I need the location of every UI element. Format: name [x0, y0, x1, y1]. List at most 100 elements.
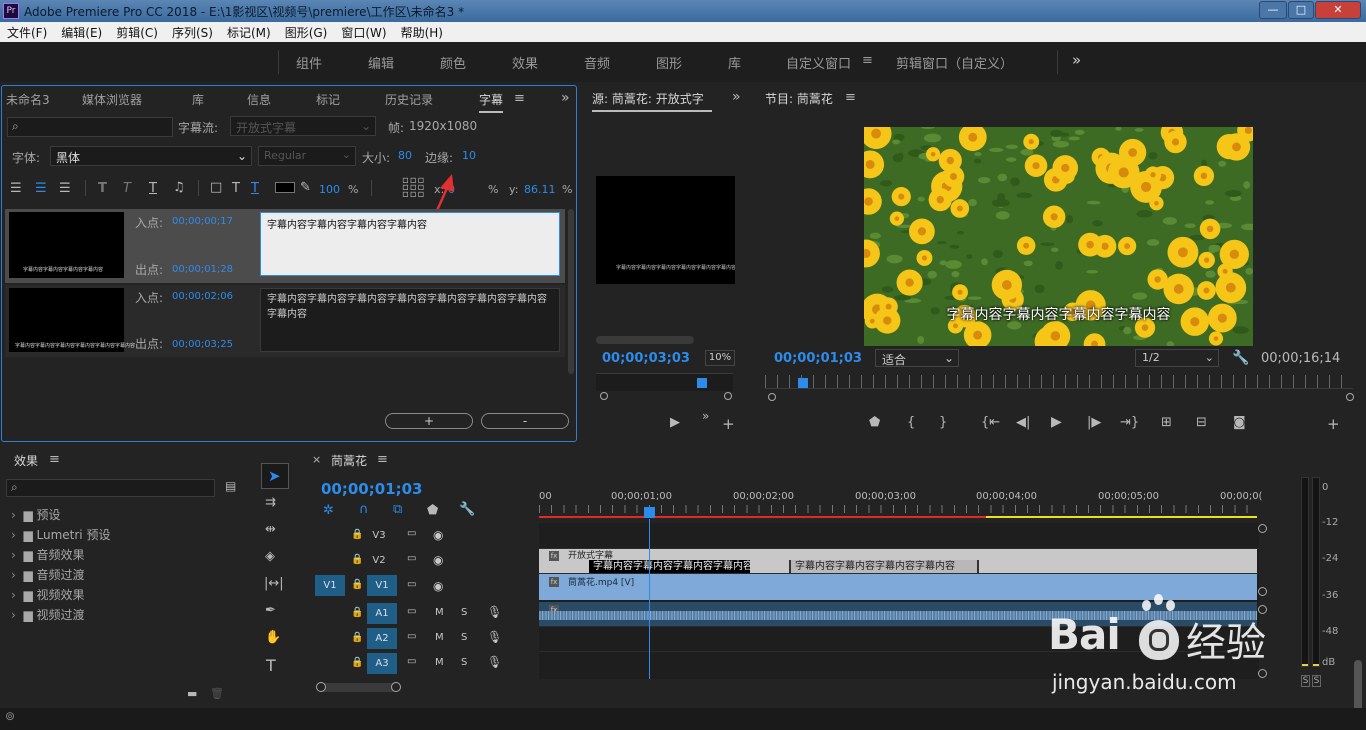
tab-captions[interactable]: 字幕 [479, 91, 504, 113]
mark-out-icon[interactable]: } [939, 415, 947, 430]
workspace-color[interactable]: 颜色 [440, 53, 466, 72]
align-right-icon[interactable]: ☰ [59, 181, 71, 196]
lock-icon[interactable]: 🔒 [351, 579, 363, 590]
add-marker-icon[interactable]: ⬟ [427, 503, 438, 518]
go-to-out-icon[interactable]: ⇥} [1120, 415, 1139, 430]
workspace-custom-edit[interactable]: 剪辑窗口（自定义） [896, 53, 1013, 72]
source-playhead[interactable] [697, 378, 707, 388]
caption-item[interactable]: 字幕内容字幕内容字幕内容字幕内容字幕内容字幕内容 入点: 00;00;02;06… [5, 285, 565, 357]
y-value[interactable]: 86.11 [524, 183, 556, 196]
track-target[interactable]: A1 [367, 603, 397, 624]
program-monitor-title[interactable]: 节目: 茼蒿花 [765, 90, 833, 107]
workspace-menu-icon[interactable]: ≡ [862, 53, 873, 68]
caption-text-input[interactable]: 字幕内容字幕内容字幕内容字幕内容 [260, 212, 560, 276]
menu-graphics[interactable]: 图形(G) [278, 22, 335, 41]
menu-marker[interactable]: 标记(M) [220, 22, 278, 41]
mark-in-icon[interactable]: { [907, 415, 915, 430]
opacity-value[interactable]: 100 [319, 183, 340, 196]
menu-edit[interactable]: 编辑(E) [54, 22, 109, 41]
workspace-more-icon[interactable]: » [1072, 51, 1081, 69]
lock-icon[interactable]: 🔒 [351, 554, 363, 565]
workspace-custom[interactable]: 自定义窗口 [786, 53, 851, 72]
caption-text-input[interactable]: 字幕内容字幕内容字幕内容字幕内容字幕内容字幕内容字幕内容字幕内容 [260, 288, 560, 352]
source-time-ruler[interactable] [596, 373, 733, 391]
add-button-icon[interactable]: + [1327, 415, 1340, 433]
pen-icon[interactable]: ✒ [265, 603, 276, 618]
eye-icon[interactable]: ◉ [433, 553, 443, 567]
stream-dropdown[interactable]: 开放式字幕 ⌄ [230, 116, 376, 136]
sync-lock-icon[interactable]: ▭ [407, 528, 416, 539]
timeline-tab[interactable]: 茼蒿花 [331, 452, 367, 469]
lock-icon[interactable]: 🔒 [351, 657, 363, 668]
lift-icon[interactable]: ⊞ [1161, 415, 1172, 430]
scroll-handle[interactable] [1258, 524, 1267, 533]
caption-list-scrollbar[interactable] [568, 209, 574, 374]
panel-menu-icon[interactable]: ≡ [377, 452, 388, 467]
fit-dropdown[interactable]: 适合 ⌄ [875, 349, 959, 367]
panel-menu-icon[interactable]: ≡ [514, 91, 525, 106]
effects-item[interactable]: › ▆ 音频过渡 [11, 565, 110, 585]
timeline-settings-icon[interactable]: 🔧 [459, 502, 475, 517]
caption-clip-1[interactable]: 字幕内容字幕内容字幕内容字幕内容 [589, 560, 750, 573]
add-caption-button[interactable]: + [385, 413, 473, 429]
delete-icon[interactable]: 🗑 [210, 687, 224, 700]
snap-icon[interactable]: ∩ [359, 502, 369, 517]
sync-lock-icon[interactable]: ▭ [407, 606, 416, 617]
minimize-button[interactable]: — [1259, 1, 1287, 19]
timeline-zoom-scrollbar[interactable] [316, 682, 401, 692]
color-swatch[interactable] [275, 182, 295, 193]
microphone-icon[interactable]: 🎙 [487, 605, 502, 619]
tab-project[interactable]: 未命名3 [6, 91, 50, 108]
wrench-icon[interactable]: 🔧 [1232, 350, 1249, 366]
music-note-icon[interactable]: ♫ [173, 180, 185, 195]
sync-lock-icon[interactable]: ▭ [407, 631, 416, 642]
go-to-in-icon[interactable]: {⇤ [981, 415, 1000, 430]
italic-icon[interactable]: T [123, 181, 131, 196]
style-dropdown[interactable]: Regular ⌄ [258, 146, 356, 166]
track-target[interactable]: V2 [367, 551, 391, 570]
effects-item[interactable]: › ▆ Lumetri 预设 [11, 525, 110, 545]
track-target[interactable]: A3 [367, 653, 397, 674]
lock-icon[interactable]: 🔒 [351, 529, 363, 540]
size-value[interactable]: 80 [398, 149, 412, 162]
solo-right-button[interactable]: S [1312, 675, 1321, 687]
export-frame-icon[interactable]: ◙ [1233, 415, 1246, 430]
align-left-icon[interactable]: ☰ [10, 181, 22, 196]
play-icon[interactable]: ▶ [670, 415, 680, 430]
workspace-libraries[interactable]: 库 [728, 53, 741, 72]
in-timecode[interactable]: 00;00;02;06 [172, 291, 233, 302]
tab-library[interactable]: 库 [192, 91, 204, 108]
tab-media-browser[interactable]: 媒体浏览器 [82, 91, 142, 108]
program-timecode[interactable]: 00;00;01;03 [774, 351, 862, 366]
mute-button[interactable]: M [435, 632, 444, 643]
track-target[interactable]: V1 [367, 575, 397, 596]
lock-icon[interactable]: 🔒 [351, 607, 363, 618]
effects-item[interactable]: › ▆ 预设 [11, 505, 110, 525]
razor-icon[interactable]: ◈ [265, 549, 275, 564]
panel-menu-icon[interactable]: ≡ [49, 452, 60, 467]
new-bin-icon[interactable]: ▤ [225, 479, 236, 493]
step-back-icon[interactable]: ◀| [1016, 415, 1030, 430]
step-forward-icon[interactable]: |▶ [1087, 415, 1101, 430]
mute-button[interactable]: M [435, 657, 444, 668]
mute-button[interactable]: M [435, 607, 444, 618]
eyedropper-icon[interactable]: ✎ [300, 180, 311, 195]
solo-button[interactable]: S [461, 657, 467, 668]
solo-button[interactable]: S [461, 607, 467, 618]
panel-overflow-icon[interactable]: » [732, 89, 741, 105]
timeline-playhead-handle[interactable] [644, 507, 655, 518]
menu-sequence[interactable]: 序列(S) [165, 22, 220, 41]
solo-button[interactable]: S [461, 632, 467, 643]
resolution-dropdown[interactable]: 1/2 ⌄ [1135, 349, 1219, 367]
workspace-editing[interactable]: 编辑 [368, 53, 394, 72]
caption-search-input[interactable]: ⌕ [7, 117, 173, 137]
underline-icon[interactable]: T [149, 181, 157, 196]
creative-cloud-icon[interactable]: ⊚ [5, 709, 15, 723]
marker-icon[interactable]: ⬟ [869, 415, 880, 430]
close-button[interactable]: ✕ [1315, 1, 1361, 19]
microphone-icon[interactable]: 🎙 [487, 655, 502, 669]
type-tool-icon[interactable]: T [266, 656, 276, 675]
close-tab-icon[interactable]: × [312, 453, 321, 466]
scroll-handle-left[interactable] [768, 393, 776, 401]
effects-panel-title[interactable]: 效果 [14, 452, 38, 469]
